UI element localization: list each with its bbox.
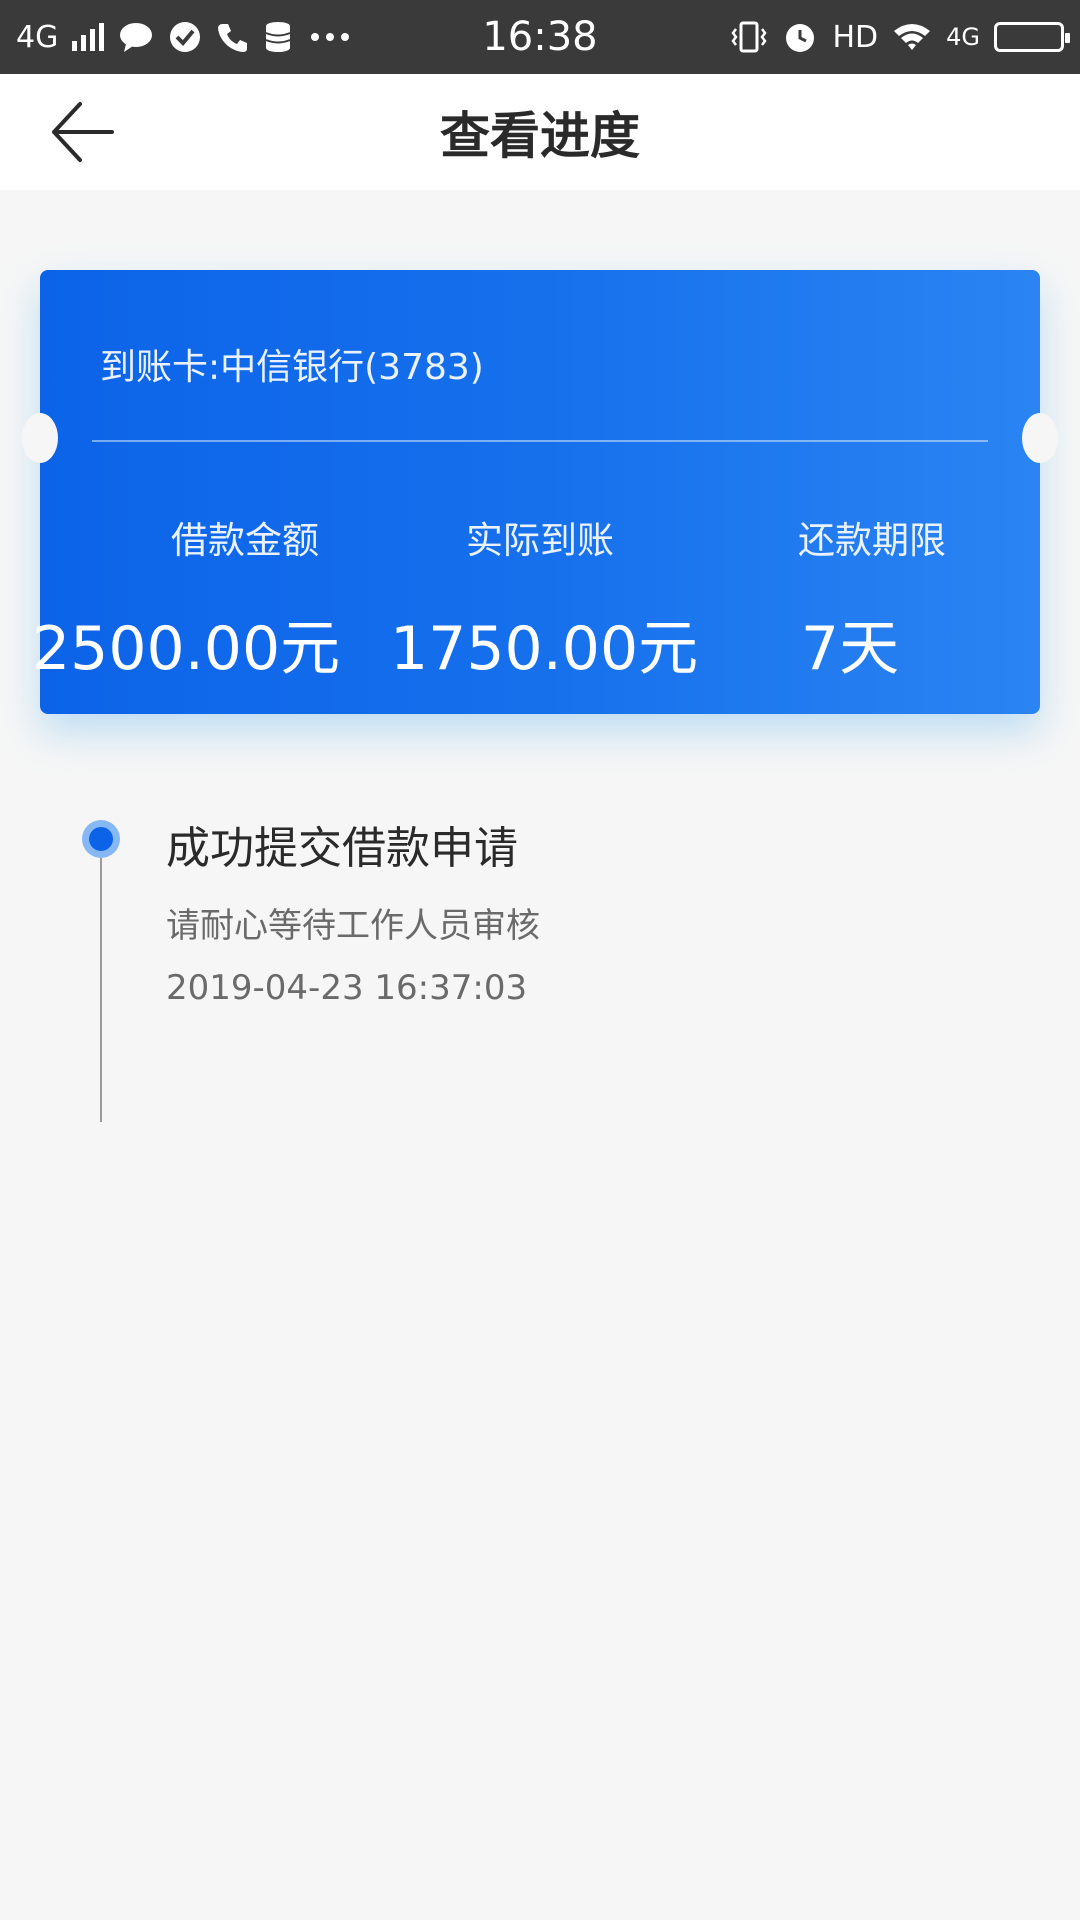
received-amount-value: 1750.00元 [390,614,699,684]
message-icon [118,20,154,54]
alarm-icon [782,19,818,55]
back-button[interactable] [50,96,130,168]
card-notch-left [22,413,58,463]
card-divider [92,440,988,442]
network-type: 4G [16,19,59,55]
wifi-icon [892,21,932,53]
loan-amount-label: 借款金额 [171,519,319,562]
hd-indicator: HD [832,19,879,55]
signal-icon [72,23,105,51]
nav-bar: 查看进度 [0,74,1080,190]
status-left: 4G [16,0,350,74]
timeline-step-timestamp: 2019-04-23 16:37:03 [166,968,528,1008]
receiving-account: 到账卡:中信银行(3783) [100,347,484,388]
timeline-step-title: 成功提交借款申请 [166,823,518,874]
battery-icon [994,22,1070,52]
check-circle-icon [168,20,202,54]
timeline-dot [82,820,120,858]
loan-card: 到账卡:中信银行(3783) 借款金额 实际到账 还款期限 2500.00元 1… [22,270,1058,714]
page-title: 查看进度 [440,107,640,165]
vibrate-icon [730,20,768,54]
timeline-step-description: 请耐心等待工作人员审核 [166,906,540,946]
more-icon [310,32,350,42]
status-bar: 4G 16:38 HD 4G [0,0,1080,74]
timeline-line [100,840,102,1122]
received-amount-label: 实际到账 [466,519,614,562]
loan-amount-value: 2500.00元 [32,614,341,684]
status-right: HD 4G [730,0,1070,74]
arrow-left-icon [52,102,114,162]
network-type-right: 4G [946,23,980,51]
database-icon [264,20,296,54]
repayment-term-label: 还款期限 [798,519,946,562]
repayment-term-value: 7天 [800,614,900,684]
phone-icon [216,20,250,54]
card-notch-right [1022,413,1058,463]
